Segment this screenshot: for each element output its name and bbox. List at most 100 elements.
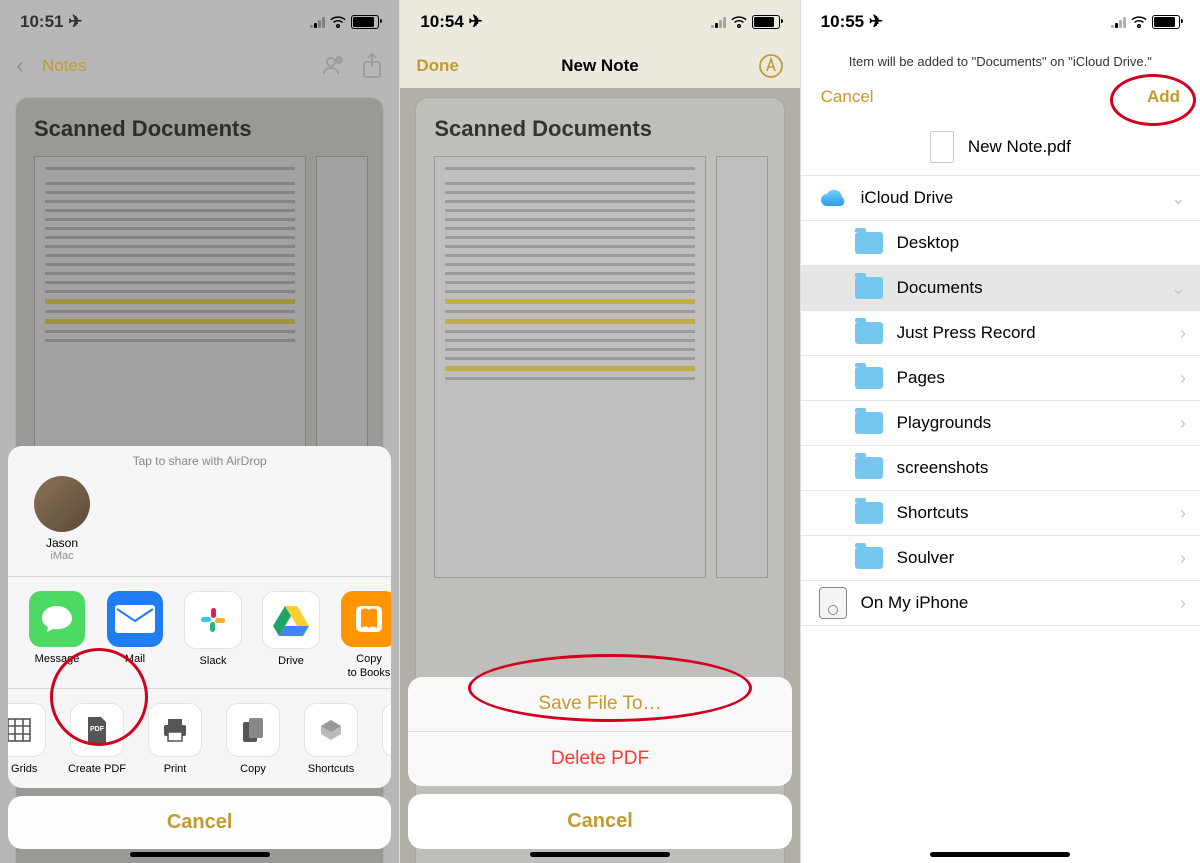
battery-icon bbox=[1152, 15, 1180, 29]
print-icon bbox=[148, 703, 202, 757]
action-copy[interactable]: Copy bbox=[214, 703, 292, 776]
share-app-label: Slack bbox=[174, 655, 252, 668]
folder-label: iCloud Drive bbox=[861, 188, 954, 208]
chevron-right-icon: › bbox=[1180, 593, 1186, 614]
action-save[interactable]: Save bbox=[370, 703, 391, 776]
action-create-pdf[interactable]: PDFCreate PDF bbox=[58, 703, 136, 776]
done-button[interactable]: Done bbox=[416, 56, 459, 76]
folder-row-icloud-drive[interactable]: iCloud Drive ⌄ bbox=[801, 176, 1200, 221]
chevron-right-icon: › bbox=[1180, 368, 1186, 389]
svg-text:PDF: PDF bbox=[90, 726, 105, 733]
folder-row-documents[interactable]: Documents ⌄ bbox=[801, 266, 1200, 311]
chevron-down-icon: ⌄ bbox=[1171, 188, 1186, 209]
chevron-right-icon: › bbox=[1180, 503, 1186, 524]
action-label: Shortcuts bbox=[292, 763, 370, 776]
action-print[interactable]: Print bbox=[136, 703, 214, 776]
share-app-mail[interactable]: Mail bbox=[96, 591, 174, 679]
folder-icon bbox=[855, 502, 883, 524]
share-sheet: Tap to share with AirDrop Jason iMac Mes… bbox=[8, 446, 391, 849]
nav-header: Done New Note bbox=[400, 44, 799, 88]
chevron-right-icon: › bbox=[1180, 323, 1186, 344]
action-label: Save bbox=[370, 763, 391, 776]
folder-row-playgrounds[interactable]: Playgrounds › bbox=[801, 401, 1200, 446]
action-sheet: Save File To… Delete PDF Cancel bbox=[408, 677, 791, 849]
folder-label: Playgrounds bbox=[897, 413, 992, 433]
folder-row-on-my-iphone[interactable]: On My iPhone › bbox=[801, 581, 1200, 626]
folder-label: Shortcuts bbox=[897, 503, 969, 523]
person-add-icon[interactable] bbox=[321, 54, 345, 78]
folder-row-just-press-record[interactable]: Just Press Record› bbox=[801, 311, 1200, 356]
file-icon bbox=[930, 131, 954, 163]
-grids-icon bbox=[8, 703, 46, 757]
avatar bbox=[34, 476, 90, 532]
slack-icon bbox=[184, 591, 242, 649]
back-button[interactable]: ‹ Notes bbox=[16, 52, 86, 80]
folder-label: screenshots bbox=[897, 458, 989, 478]
share-app-label: Message bbox=[18, 653, 96, 666]
delete-pdf-button[interactable]: Delete PDF bbox=[408, 732, 791, 786]
status-bar: 10:55 ✈︎ bbox=[801, 0, 1200, 44]
cancel-button[interactable]: Cancel bbox=[8, 796, 391, 849]
share-app-slack[interactable]: Slack bbox=[174, 591, 252, 679]
status-time: 10:51 bbox=[20, 12, 63, 31]
wifi-icon bbox=[1131, 16, 1147, 28]
add-button[interactable]: Add bbox=[1147, 87, 1180, 107]
panel-pdf-actions: 10:54 ✈︎ Done New Note Scanned Documents bbox=[400, 0, 800, 863]
panel-share-sheet: ‹ Notes Scanned Documents bbox=[0, 0, 400, 863]
folder-icon bbox=[855, 322, 883, 344]
folder-icon bbox=[855, 367, 883, 389]
share-app-copy-to-books[interactable]: Copyto Books bbox=[330, 591, 391, 679]
chevron-left-icon: ‹ bbox=[16, 52, 24, 80]
folder-icon bbox=[855, 547, 883, 569]
status-bar: 10:51 ✈︎ bbox=[0, 0, 399, 44]
folder-icon bbox=[855, 232, 883, 254]
airdrop-recipient[interactable]: Jason iMac bbox=[26, 476, 98, 562]
folder-icon bbox=[855, 412, 883, 434]
status-bar: 10:54 ✈︎ bbox=[400, 0, 799, 44]
iphone-icon bbox=[819, 587, 847, 619]
save-icon bbox=[382, 703, 391, 757]
drive-icon bbox=[262, 591, 320, 649]
recipient-name: Jason bbox=[26, 536, 98, 550]
markup-icon[interactable] bbox=[758, 53, 784, 79]
copy-icon bbox=[226, 703, 280, 757]
status-time: 10:55 bbox=[821, 12, 864, 31]
folder-row-desktop[interactable]: Desktop bbox=[801, 221, 1200, 266]
home-indicator bbox=[530, 852, 670, 857]
copy-icon bbox=[341, 591, 391, 647]
home-indicator bbox=[930, 852, 1070, 857]
folder-row-screenshots[interactable]: screenshots bbox=[801, 446, 1200, 491]
folder-row-shortcuts[interactable]: Shortcuts › bbox=[801, 491, 1200, 536]
cancel-button[interactable]: Cancel bbox=[821, 87, 874, 107]
battery-icon bbox=[351, 15, 379, 29]
action-label: Copy bbox=[214, 763, 292, 776]
shortcuts-icon bbox=[304, 703, 358, 757]
back-label: Notes bbox=[42, 56, 86, 76]
folder-icon bbox=[855, 277, 883, 299]
icloud-icon bbox=[819, 188, 847, 208]
message-icon bbox=[29, 591, 85, 647]
folder-label: Desktop bbox=[897, 233, 959, 253]
cancel-button[interactable]: Cancel bbox=[408, 794, 791, 849]
recipient-device: iMac bbox=[26, 550, 98, 562]
action-shortcuts[interactable]: Shortcuts bbox=[292, 703, 370, 776]
share-app-drive[interactable]: Drive bbox=[252, 591, 330, 679]
share-app-label: Mail bbox=[96, 653, 174, 666]
chevron-right-icon: › bbox=[1180, 413, 1186, 434]
folder-row-soulver[interactable]: Soulver › bbox=[801, 536, 1200, 581]
action--grids[interactable]: & Grids bbox=[8, 703, 58, 776]
folder-label: On My iPhone bbox=[861, 593, 969, 613]
wifi-icon bbox=[731, 16, 747, 28]
chevron-down-icon: ⌄ bbox=[1171, 278, 1186, 299]
share-icon[interactable] bbox=[361, 53, 383, 79]
battery-icon bbox=[752, 15, 780, 29]
share-app-label: Copyto Books bbox=[330, 653, 391, 679]
chevron-right-icon: › bbox=[1180, 548, 1186, 569]
airdrop-hint: Tap to share with AirDrop bbox=[8, 446, 391, 470]
folder-label: Soulver bbox=[897, 548, 955, 568]
folder-row-pages[interactable]: Pages› bbox=[801, 356, 1200, 401]
folder-label: Documents bbox=[897, 278, 983, 298]
file-row: New Note.pdf bbox=[801, 115, 1200, 175]
share-app-message[interactable]: Message bbox=[18, 591, 96, 679]
save-file-to-button[interactable]: Save File To… bbox=[408, 677, 791, 732]
